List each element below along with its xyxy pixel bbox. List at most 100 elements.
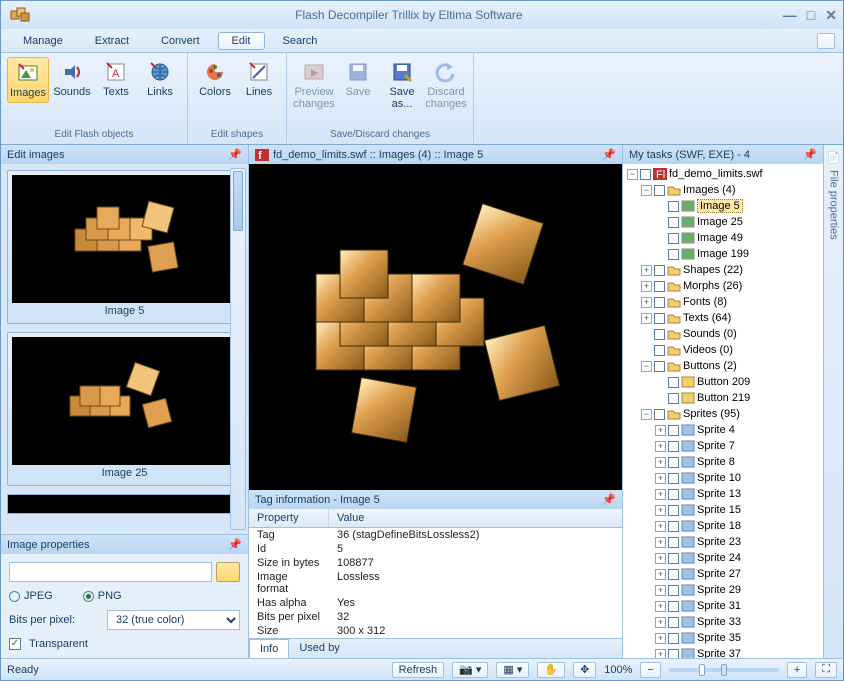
file-properties-tab[interactable]: 📄 File properties [823,145,843,658]
tree-checkbox[interactable] [654,409,665,420]
tree-node[interactable]: +Sprite 4 [625,422,821,438]
thumb-image-5[interactable]: Image 5 [7,170,242,324]
expander-icon[interactable]: + [641,313,652,324]
tree-node[interactable]: Button 219 [625,390,821,406]
radio-jpeg[interactable]: JPEG [9,590,53,602]
pin-icon[interactable]: 📌 [602,493,616,506]
tree-checkbox[interactable] [668,633,679,644]
tree-node[interactable]: +Sprite 23 [625,534,821,550]
tree-node[interactable]: +Sprite 15 [625,502,821,518]
tab-usedby[interactable]: Used by [289,639,349,658]
maximize-icon[interactable]: □ [807,7,815,24]
expander-icon[interactable]: + [655,521,666,532]
nav-button[interactable]: ✥ [573,662,596,678]
zoom-slider-handle[interactable] [721,664,727,676]
ribbon-discard-button[interactable]: Discard changes [425,57,467,113]
tree-checkbox[interactable] [668,457,679,468]
tree-checkbox[interactable] [668,249,679,260]
tree-node[interactable]: +Fonts (8) [625,294,821,310]
ribbon-texts-button[interactable]: A Texts [95,57,137,101]
pin-icon[interactable]: 📌 [228,148,242,161]
minimize-icon[interactable]: — [783,7,797,24]
expander-icon[interactable] [655,201,666,212]
snapshot-button[interactable]: 📷▾ [452,662,488,678]
tree[interactable]: −Flfd_demo_limits.swf−Images (4)Image 5I… [623,164,823,658]
pin-icon[interactable]: 📌 [228,538,242,551]
expander-icon[interactable]: + [655,649,666,659]
tree-node[interactable]: +Sprite 7 [625,438,821,454]
tree-checkbox[interactable] [668,569,679,580]
expander-icon[interactable] [655,233,666,244]
menu-extract[interactable]: Extract [81,32,143,50]
fit-button[interactable]: ⛶ [815,662,837,678]
ribbon-saveas-button[interactable]: Save as... [381,57,423,113]
ribbon-lines-button[interactable]: Lines [238,57,280,101]
tree-node[interactable]: +Sprite 18 [625,518,821,534]
tree-node[interactable]: Image 49 [625,230,821,246]
expander-icon[interactable]: + [655,537,666,548]
expander-icon[interactable]: − [627,169,638,180]
expander-icon[interactable]: + [641,281,652,292]
expander-icon[interactable]: + [655,553,666,564]
tree-checkbox[interactable] [668,601,679,612]
expander-icon[interactable]: + [655,425,666,436]
bpp-select[interactable]: 32 (true color) [107,610,240,630]
expander-icon[interactable]: + [641,265,652,276]
expander-icon[interactable]: + [655,473,666,484]
tree-node[interactable]: +Sprite 27 [625,566,821,582]
tree-checkbox[interactable] [668,217,679,228]
tree-node[interactable]: −Images (4) [625,182,821,198]
image-path-input[interactable] [9,562,212,582]
tree-checkbox[interactable] [668,441,679,452]
tree-checkbox[interactable] [654,297,665,308]
expander-icon[interactable] [655,377,666,388]
ribbon-sounds-button[interactable]: Sounds [51,57,93,101]
tree-checkbox[interactable] [668,377,679,388]
tree-node[interactable]: +Sprite 29 [625,582,821,598]
expander-icon[interactable] [641,329,652,340]
tree-checkbox[interactable] [654,281,665,292]
zoom-in-button[interactable]: + [787,662,807,678]
taginfo-col-property[interactable]: Property [249,509,329,527]
menu-edit[interactable]: Edit [218,32,265,50]
taginfo-col-value[interactable]: Value [329,509,372,527]
tree-checkbox[interactable] [668,201,679,212]
tree-checkbox[interactable] [668,473,679,484]
tree-checkbox[interactable] [668,393,679,404]
tree-node[interactable]: Image 5 [625,198,821,214]
ribbon-links-button[interactable]: Links [139,57,181,101]
tree-node[interactable]: Button 209 [625,374,821,390]
tree-checkbox[interactable] [668,617,679,628]
ribbon-preview-button[interactable]: Preview changes [293,57,335,113]
close-icon[interactable]: ✕ [825,7,837,24]
tree-checkbox[interactable] [668,553,679,564]
expander-icon[interactable]: + [655,441,666,452]
expander-icon[interactable]: − [641,409,652,420]
expander-icon[interactable] [655,217,666,228]
menu-manage[interactable]: Manage [9,32,77,50]
expander-icon[interactable]: + [655,457,666,468]
transparent-checkbox[interactable]: ✓ [9,638,21,650]
pin-icon[interactable]: 📌 [602,148,616,161]
tree-node[interactable]: Videos (0) [625,342,821,358]
tree-node[interactable]: Sounds (0) [625,326,821,342]
tree-node[interactable]: +Sprite 24 [625,550,821,566]
tree-checkbox[interactable] [640,169,651,180]
hand-button[interactable]: ✋ [537,662,565,678]
tree-node[interactable]: +Sprite 10 [625,470,821,486]
ribbon-images-button[interactable]: Images [7,57,49,103]
expander-icon[interactable]: + [655,489,666,500]
radio-png[interactable]: PNG [83,590,122,602]
tree-node[interactable]: +Texts (64) [625,310,821,326]
ribbon-save-button[interactable]: Save [337,57,379,101]
tree-node[interactable]: −Sprites (95) [625,406,821,422]
tree-node[interactable]: Image 25 [625,214,821,230]
expander-icon[interactable]: + [655,617,666,628]
browse-button[interactable] [216,562,240,582]
expander-icon[interactable]: + [655,633,666,644]
ribbon-colors-button[interactable]: Colors [194,57,236,101]
tree-checkbox[interactable] [654,185,665,196]
tree-checkbox[interactable] [668,489,679,500]
thumbs-scrollbar[interactable] [230,168,246,530]
expander-icon[interactable]: + [641,297,652,308]
